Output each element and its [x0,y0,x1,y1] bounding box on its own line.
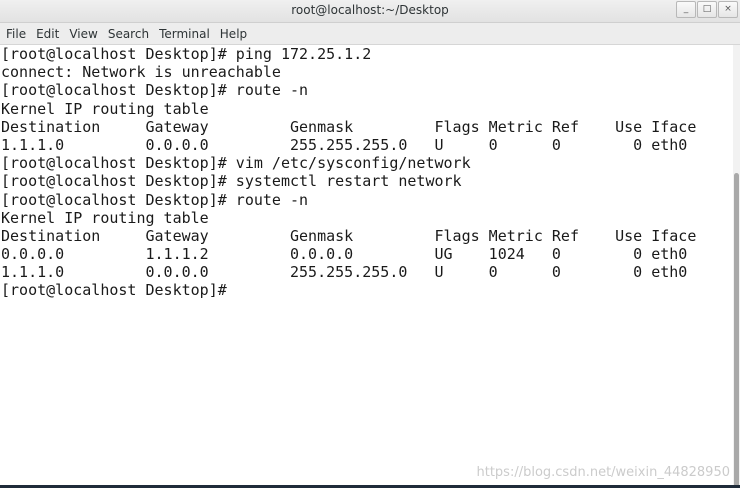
terminal-line: 1.1.1.0 0.0.0.0 255.255.255.0 U 0 0 0 et… [1,263,688,282]
menu-edit[interactable]: Edit [31,23,64,45]
terminal-line: Destination Gateway Genmask Flags Metric… [1,117,697,136]
terminal-window: root@localhost:~/Desktop _ □ × File Edit… [0,0,740,488]
window-title: root@localhost:~/Desktop [291,3,449,17]
terminal-line: [root@localhost Desktop]# vim /etc/sysco… [1,154,471,173]
menu-view[interactable]: View [64,23,102,45]
maximize-button[interactable]: □ [697,1,717,18]
menu-bar: File Edit View Search Terminal Help [0,23,740,45]
terminal-line: [root@localhost Desktop]# route -n [1,81,309,100]
terminal-line: [root@localhost Desktop]# ping 172.25.1.… [1,45,372,63]
menu-search[interactable]: Search [103,23,154,45]
terminal-line: Destination Gateway Genmask Flags Metric… [1,226,697,245]
title-bar[interactable]: root@localhost:~/Desktop _ □ × [0,0,740,23]
vertical-scrollbar[interactable] [733,45,740,488]
terminal-line: 1.1.1.0 0.0.0.0 255.255.255.0 U 0 0 0 et… [1,135,688,154]
close-button[interactable]: × [718,1,738,18]
terminal-line: 0.0.0.0 1.1.1.2 0.0.0.0 UG 1024 0 0 eth0 [1,245,688,264]
scrollbar-thumb[interactable] [734,173,739,488]
menu-file[interactable]: File [1,23,31,45]
terminal-prompt-line: [root@localhost Desktop]# [1,281,236,300]
terminal-line: connect: Network is unreachable [1,63,281,82]
terminal-output[interactable]: [root@localhost Desktop]# ping 172.25.1.… [0,45,733,485]
terminal-line: [root@localhost Desktop]# route -n [1,190,309,209]
menu-terminal[interactable]: Terminal [154,23,215,45]
terminal-line: [root@localhost Desktop]# systemctl rest… [1,172,462,191]
terminal-line: Kernel IP routing table [1,208,209,227]
menu-help[interactable]: Help [215,23,252,45]
watermark-text: https://blog.csdn.net/weixin_44828950 [476,465,730,480]
terminal-line: Kernel IP routing table [1,99,209,118]
window-controls: _ □ × [676,1,738,18]
minimize-button[interactable]: _ [676,1,696,18]
